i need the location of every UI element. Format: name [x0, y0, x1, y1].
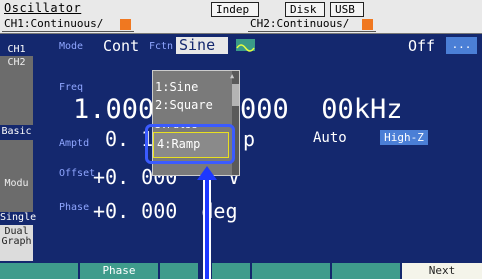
sine-wave-icon — [236, 39, 255, 52]
softkey-phase[interactable]: Phase — [80, 263, 158, 279]
softkey-bar: Phase Next — [0, 263, 482, 279]
dropdown-item-ramp[interactable]: 4:Ramp — [157, 137, 200, 151]
amptd-unit: p — [243, 127, 256, 151]
tab-ch1[interactable]: CH1 — [0, 45, 33, 56]
tab-graph-label: Graph — [1, 236, 32, 247]
dropdown-item-sine[interactable]: 1:Sine — [155, 80, 198, 94]
tab-basic[interactable]: Basic — [0, 127, 33, 138]
usb-badge: USB — [330, 2, 364, 17]
tab-ch2[interactable]: CH2 — [0, 56, 33, 125]
ch2-status: CH2:Continuous/ — [250, 17, 350, 30]
ch1-color-swatch — [120, 19, 131, 30]
phase-label: Phase — [59, 202, 90, 213]
tab-ch2-label: CH2 — [7, 57, 26, 68]
freq-value-left[interactable]: 1.000 — [73, 94, 154, 125]
freq-value-right[interactable]: 000 00kHz — [240, 94, 403, 125]
fctn-value[interactable]: Sine — [176, 37, 228, 54]
header-bar: Oscillator Indep Disk USB CH1:Continuous… — [0, 0, 482, 34]
auto-label: Auto — [313, 130, 347, 146]
sine-wave-glyph — [236, 44, 255, 52]
softkey-next[interactable]: Next — [402, 263, 482, 279]
amptd-label: Amptd — [59, 138, 90, 149]
tab-modu[interactable]: Modu — [0, 140, 33, 212]
dropdown-item-square[interactable]: 2:Square — [155, 98, 213, 112]
softkey-6[interactable] — [332, 263, 400, 279]
softkey-4[interactable] — [212, 263, 250, 279]
phase-value[interactable]: +0. 000 deg — [93, 199, 238, 223]
dropdown-scroll-thumb[interactable] — [232, 84, 239, 106]
fctn-label: Fctn — [149, 41, 174, 52]
disk-badge: Disk — [285, 2, 325, 17]
tab-modu-label: Modu — [4, 178, 29, 189]
scroll-up-icon[interactable]: ▲ — [230, 72, 234, 80]
high-z-button[interactable]: High-Z — [380, 130, 428, 145]
app-title: Oscillator — [4, 1, 82, 15]
softkey-1[interactable] — [0, 263, 78, 279]
softkey-5[interactable] — [252, 263, 330, 279]
tab-dual-graph[interactable]: Dual Graph — [0, 225, 33, 261]
ch1-status: CH1:Continuous/ — [4, 17, 104, 30]
oscillator-screen: Oscillator Indep Disk USB CH1:Continuous… — [0, 0, 482, 279]
output-state: Off — [408, 37, 436, 55]
offset-label: Offset — [59, 168, 96, 179]
ch1-underline — [2, 31, 134, 32]
freq-label: Freq — [59, 82, 84, 93]
indep-badge: Indep — [211, 2, 259, 17]
mode-label: Mode — [59, 41, 84, 52]
mode-value[interactable]: Cont — [103, 37, 139, 55]
ch2-underline — [248, 31, 376, 32]
pointer-arrow-icon — [197, 166, 217, 180]
ch2-color-swatch — [362, 19, 373, 30]
output-menu-button[interactable]: ... — [446, 37, 477, 54]
softkey-3[interactable] — [160, 263, 198, 279]
tab-single[interactable]: Single — [0, 213, 36, 224]
